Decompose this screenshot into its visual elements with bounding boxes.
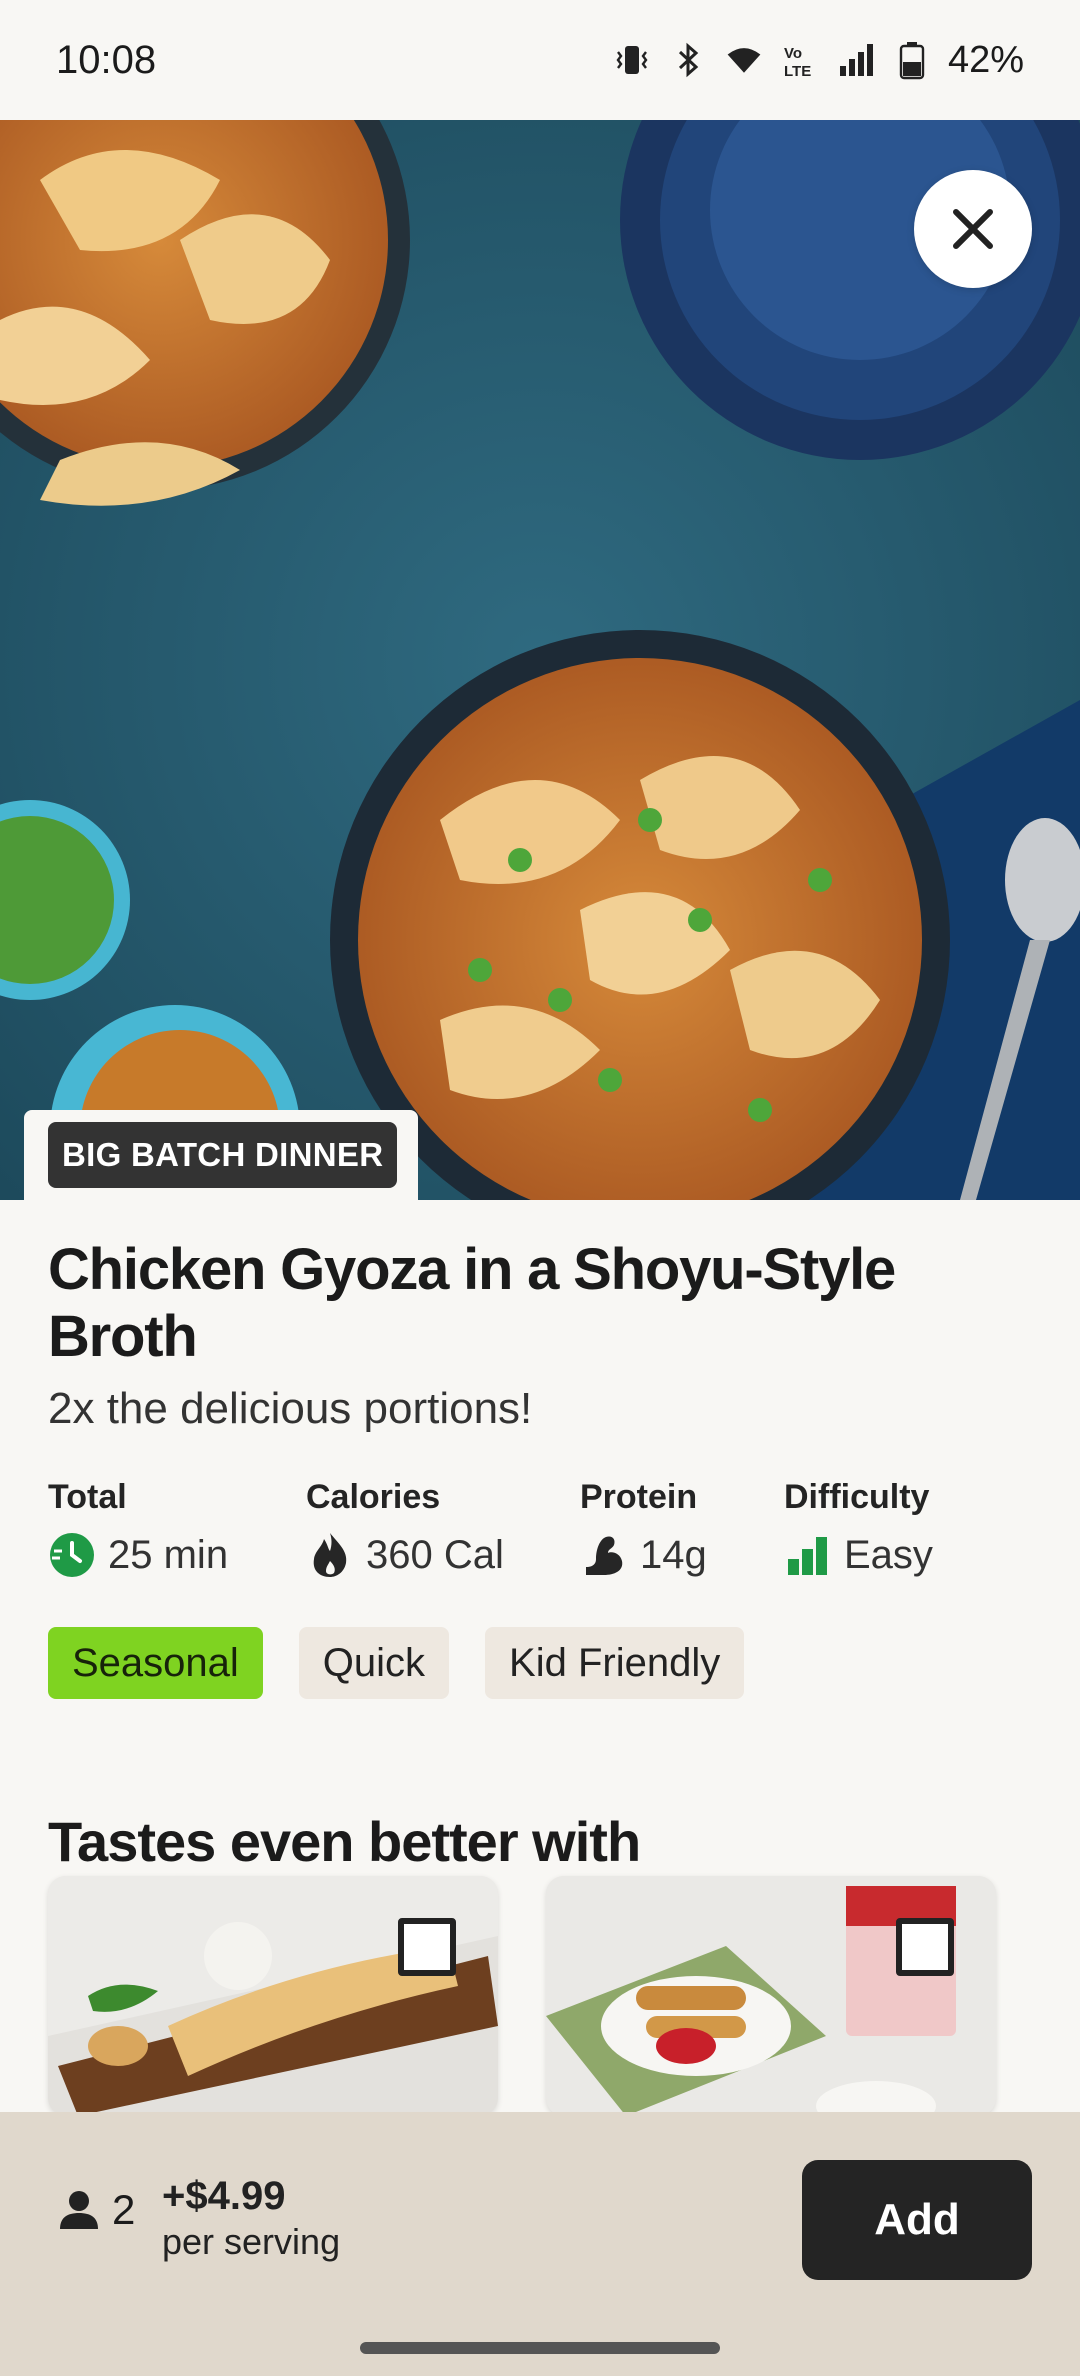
close-icon <box>953 209 993 249</box>
stat-value-row: 14g <box>580 1531 784 1579</box>
stat-value: 14g <box>640 1532 707 1577</box>
battery-percent: 42% <box>947 38 1024 81</box>
vibrate-icon <box>612 40 652 80</box>
stat-value-row: 25 min <box>48 1531 306 1579</box>
servings-count: 2 <box>112 2186 136 2233</box>
addon-checkbox[interactable] <box>896 1918 954 1976</box>
recipe-title: Chicken Gyoza in a Shoyu-Style Broth <box>48 1237 896 1369</box>
addon-checkbox[interactable] <box>398 1918 456 1976</box>
tag-chip-kid-friendly[interactable]: Kid Friendly <box>485 1627 745 1699</box>
stat-protein: Protein 14g <box>580 1478 784 1579</box>
battery-icon <box>892 40 932 80</box>
recipe-stats: Total 25 min Calories 360 Cal Protein 14… <box>48 1478 1038 1579</box>
recipe-details: Chicken Gyoza in a Shoyu-Style Broth 2x … <box>48 1200 1038 1874</box>
difficulty-bars-icon <box>784 1531 832 1579</box>
volte-icon: Vo LTE <box>780 40 820 80</box>
stat-label: Protein <box>580 1478 698 1516</box>
addon-image <box>546 1876 996 2116</box>
addon-card-garlic-bread[interactable] <box>48 1876 498 2116</box>
person-icon <box>60 2191 98 2229</box>
wifi-icon <box>724 40 764 80</box>
recipe-tag-tab: BIG BATCH DINNER <box>24 1110 418 1200</box>
clock-icon <box>48 1531 96 1579</box>
stat-total: Total 25 min <box>48 1478 306 1579</box>
signal-icon <box>836 40 876 80</box>
bottom-action-bar: 2 +$4.99 per serving Add <box>0 2112 1080 2376</box>
stat-value: 360 Cal <box>366 1532 504 1577</box>
addons-section-title: Tastes even better with <box>48 1810 641 1873</box>
status-time: 10:08 <box>56 37 157 82</box>
bluetooth-icon <box>668 40 708 80</box>
stat-label: Difficulty <box>784 1478 930 1516</box>
stat-label: Calories <box>306 1478 441 1516</box>
stat-value: Easy <box>844 1532 933 1577</box>
recipe-hero-image <box>0 120 1080 1200</box>
svg-text:Vo: Vo <box>784 45 802 62</box>
add-button[interactable]: Add <box>802 2160 1032 2280</box>
tag-chip-quick[interactable]: Quick <box>298 1627 450 1699</box>
addon-card-egg-rolls[interactable] <box>546 1876 996 2116</box>
tag-chip-seasonal[interactable]: Seasonal <box>48 1627 263 1699</box>
home-indicator[interactable] <box>360 2342 720 2354</box>
addons-carousel[interactable] <box>48 1876 996 2116</box>
stat-label: Total <box>48 1478 127 1516</box>
stat-value-row: Easy <box>784 1531 933 1579</box>
stat-value: 25 min <box>108 1532 229 1577</box>
big-batch-badge: BIG BATCH DINNER <box>48 1122 398 1188</box>
stat-value-row: 360 Cal <box>306 1531 580 1579</box>
addon-image <box>48 1876 498 2116</box>
price-info: +$4.99 per serving <box>162 2174 340 2263</box>
flame-icon <box>306 1531 354 1579</box>
close-button[interactable] <box>914 170 1032 288</box>
stat-difficulty: Difficulty Easy <box>784 1478 933 1579</box>
svg-text:LTE: LTE <box>784 63 811 80</box>
servings-selector[interactable]: 2 <box>56 2186 135 2234</box>
muscle-icon <box>580 1531 628 1579</box>
status-bar: 10:08 Vo LTE 42% <box>0 0 1080 120</box>
stat-calories: Calories 360 Cal <box>306 1478 580 1579</box>
recipe-subtitle: 2x the delicious portions! <box>48 1384 533 1433</box>
recipe-tags: Seasonal Quick Kid Friendly <box>48 1627 1038 1699</box>
price-note: per serving <box>162 2221 341 2262</box>
price-per-serving: +$4.99 <box>162 2174 286 2218</box>
status-icons: Vo LTE 42% <box>612 39 1024 82</box>
